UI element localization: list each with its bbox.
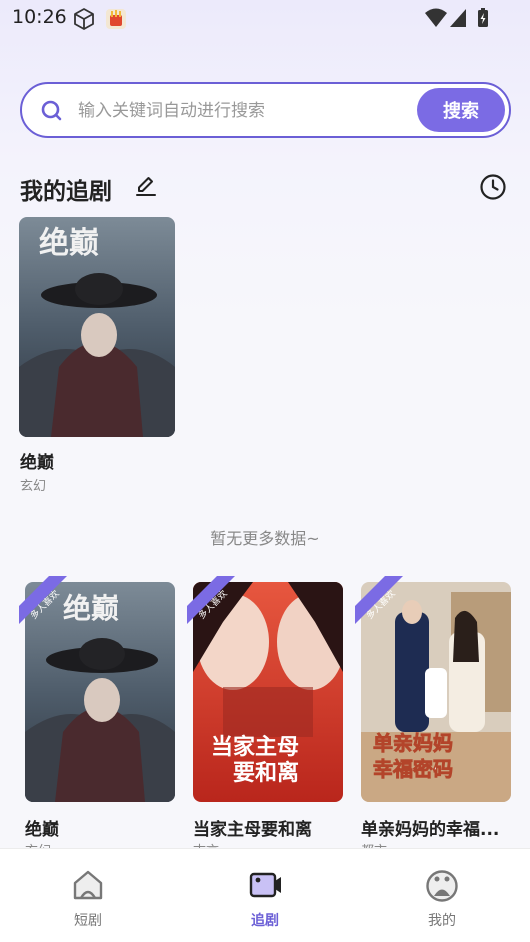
- battery-charging-icon: [478, 8, 488, 27]
- popular-badge: 多人喜欢: [19, 576, 67, 624]
- nav-item-profile[interactable]: 我的: [354, 849, 530, 942]
- followed-drama-poster[interactable]: 绝巅: [19, 217, 175, 437]
- nav-label-shorts: 短剧: [74, 913, 102, 929]
- profile-icon: [426, 870, 458, 902]
- poster-calligraphy: 绝巅: [39, 226, 99, 261]
- nav-item-shorts[interactable]: 短剧: [0, 849, 176, 942]
- status-bar: 10:26: [0, 0, 530, 36]
- poster-title-line2: 要和离: [233, 760, 299, 786]
- followed-drama-title[interactable]: 绝巅: [20, 448, 54, 473]
- empty-hint: 暂无更多数据~: [210, 529, 320, 548]
- search-button[interactable]: 搜索: [417, 88, 505, 132]
- recommend-card-title-1[interactable]: 绝巅: [25, 815, 59, 840]
- video-icon: [249, 872, 281, 898]
- status-time: 10:26: [12, 6, 67, 28]
- poster-title-line2: 幸福密码: [373, 757, 453, 781]
- edit-icon[interactable]: [134, 174, 158, 198]
- house-icon: [73, 870, 103, 900]
- popular-badge: 多人喜欢: [187, 576, 235, 624]
- section-title-my-follow: 我的追剧: [20, 179, 112, 205]
- nav-item-follow[interactable]: 追剧: [177, 849, 353, 942]
- popular-badge: 多人喜欢: [355, 576, 403, 624]
- search-bar: 搜索: [20, 82, 511, 138]
- followed-drama-genre: 玄幻: [20, 479, 47, 494]
- poster-image-jueding: 绝巅: [19, 217, 175, 437]
- recommend-card-title-3[interactable]: 单亲妈妈的幸福...: [361, 815, 499, 840]
- search-icon: [41, 100, 62, 121]
- history-icon[interactable]: [479, 173, 507, 201]
- recommend-card-title-2[interactable]: 当家主母要和离: [193, 815, 312, 840]
- search-input[interactable]: [78, 96, 408, 126]
- bottom-nav: 短剧 追剧 我的: [0, 848, 530, 942]
- app-notification-icon: [106, 9, 126, 29]
- wifi-icon: [425, 8, 447, 27]
- cube-icon: [74, 8, 94, 30]
- nav-label-follow: 追剧: [251, 913, 279, 929]
- poster-title-line1: 当家主母: [211, 734, 299, 760]
- poster-title-line1: 单亲妈妈: [373, 731, 453, 755]
- cellular-signal-icon: [450, 9, 466, 27]
- nav-label-profile: 我的: [428, 913, 456, 929]
